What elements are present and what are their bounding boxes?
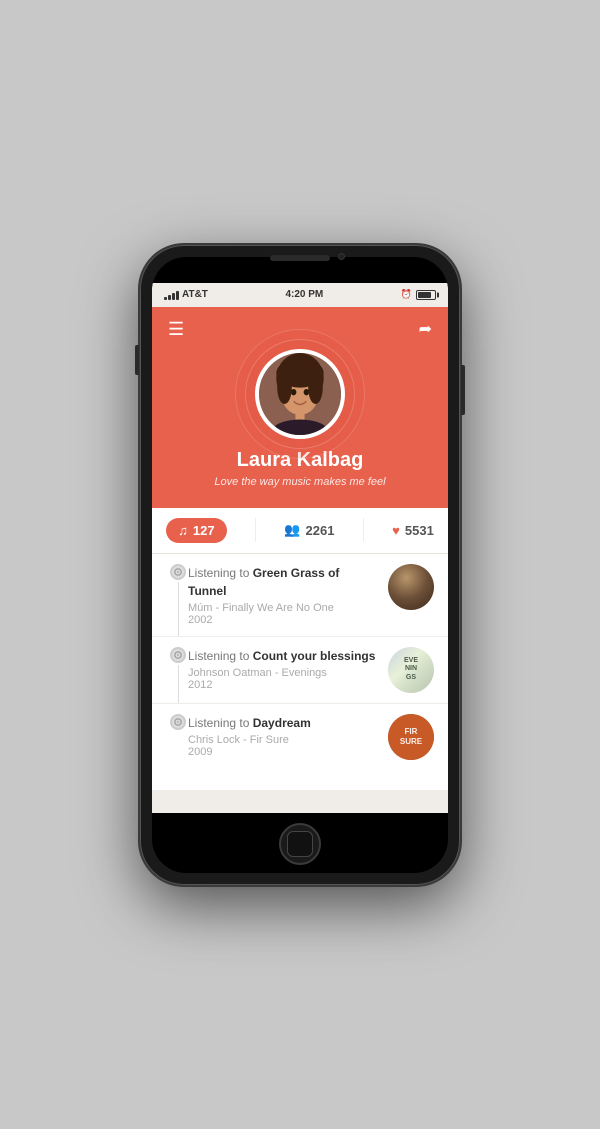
stat-likes[interactable]: ♥ 5531 — [392, 523, 434, 538]
heart-icon: ♥ — [392, 523, 400, 538]
battery-fill — [418, 292, 431, 298]
profile-bio: Love the way music makes me feel — [168, 476, 432, 488]
activity-content-3: Listening to Daydream Chris Lock - Fir S… — [166, 714, 378, 758]
phone-inner: AT&T 4:20 PM ⏰ ☰ ➦ — [152, 257, 448, 873]
activity-meta-3: Chris Lock - Fir Sure 2009 — [188, 734, 378, 758]
timeline-dot-3 — [170, 704, 186, 770]
list-item[interactable]: Listening to Count your blessings Johnso… — [152, 637, 448, 704]
likes-count: 5531 — [405, 523, 434, 538]
timeline-dot-2 — [170, 637, 186, 703]
svg-text:SURE: SURE — [400, 737, 423, 746]
activity-content-1: Listening to Green Grass of Tunnel Múm -… — [166, 564, 378, 626]
timeline-dot-circle-2 — [170, 647, 186, 663]
home-button-inner — [287, 831, 313, 857]
svg-text:FIR: FIR — [405, 727, 418, 736]
avatar-svg — [259, 353, 341, 435]
activity-artist-3: Chris Lock - Fir Sure — [188, 734, 378, 746]
activity-feed: Listening to Green Grass of Tunnel Múm -… — [152, 554, 448, 790]
stat-following[interactable]: 👥 2261 — [284, 522, 334, 538]
stat-tracks[interactable]: ♫ 127 — [166, 518, 226, 543]
timeline-line-2 — [178, 665, 179, 703]
speaker — [270, 255, 330, 261]
time-label: 4:20 PM — [285, 289, 323, 300]
music-icon: ♫ — [178, 523, 188, 538]
screen: AT&T 4:20 PM ⏰ ☰ ➦ — [152, 283, 448, 813]
activity-text-3: Listening to Daydream — [188, 714, 378, 732]
list-item[interactable]: Listening to Green Grass of Tunnel Múm -… — [152, 554, 448, 637]
phone-frame: AT&T 4:20 PM ⏰ ☰ ➦ — [140, 245, 460, 885]
activity-meta-1: Múm - Finally We Are No One 2002 — [188, 602, 378, 626]
activity-title-2: Count your blessings — [253, 649, 376, 663]
menu-icon[interactable]: ☰ — [168, 320, 184, 338]
activity-text-1: Listening to Green Grass of Tunnel — [188, 564, 378, 600]
activity-artist-1: Múm - Finally We Are No One — [188, 602, 378, 614]
following-icon: 👥 — [284, 522, 300, 538]
following-count: 2261 — [306, 523, 335, 538]
carrier-label: AT&T — [182, 289, 208, 300]
list-item[interactable]: Listening to Daydream Chris Lock - Fir S… — [152, 704, 448, 770]
headphone-icon-2 — [174, 651, 182, 659]
activity-year-3: 2009 — [188, 746, 378, 758]
activity-meta-2: Johnson Oatman - Evenings 2012 — [188, 667, 378, 691]
status-right: ⏰ — [401, 289, 436, 300]
activity-thumb-1 — [388, 564, 434, 610]
stat-divider-2 — [363, 518, 364, 542]
profile-header: ☰ ➦ — [152, 307, 448, 508]
signal-bars — [164, 290, 179, 300]
activity-prefix-1: Listening to — [188, 566, 253, 580]
alarm-icon: ⏰ — [401, 289, 412, 300]
activity-prefix-3: Listening to — [188, 716, 253, 730]
activity-content-2: Listening to Count your blessings Johnso… — [166, 647, 378, 691]
activity-year-1: 2002 — [188, 614, 378, 626]
activity-artist-2: Johnson Oatman - Evenings — [188, 667, 378, 679]
camera — [338, 253, 345, 260]
stats-row: ♫ 127 👥 2261 ♥ 5531 — [152, 508, 448, 554]
avatar-container — [168, 349, 432, 439]
activity-text-2: Listening to Count your blessings — [188, 647, 378, 665]
home-button[interactable] — [279, 823, 321, 865]
status-bar: AT&T 4:20 PM ⏰ — [152, 283, 448, 307]
timeline-dot-1 — [170, 554, 186, 636]
tracks-count: 127 — [193, 523, 215, 538]
battery-indicator — [416, 290, 436, 300]
activity-year-2: 2012 — [188, 679, 378, 691]
avatar — [255, 349, 345, 439]
activity-thumb-2: EVENINGS — [388, 647, 434, 693]
stat-divider-1 — [255, 518, 256, 542]
timeline-dot-circle-1 — [170, 564, 186, 580]
fir-sure-icon: FIR SURE — [388, 714, 434, 760]
timeline-dot-circle-3 — [170, 714, 186, 730]
headphone-icon-1 — [174, 568, 182, 576]
timeline-line-1 — [178, 582, 179, 636]
activity-title-3: Daydream — [253, 716, 311, 730]
avatar-ring-wrapper — [255, 349, 345, 439]
status-left: AT&T — [164, 289, 208, 300]
headphone-icon-3 — [174, 718, 182, 726]
activity-thumb-3: FIR SURE — [388, 714, 434, 760]
activity-prefix-2: Listening to — [188, 649, 253, 663]
share-icon[interactable]: ➦ — [419, 319, 432, 339]
app-content: ☰ ➦ — [152, 307, 448, 813]
